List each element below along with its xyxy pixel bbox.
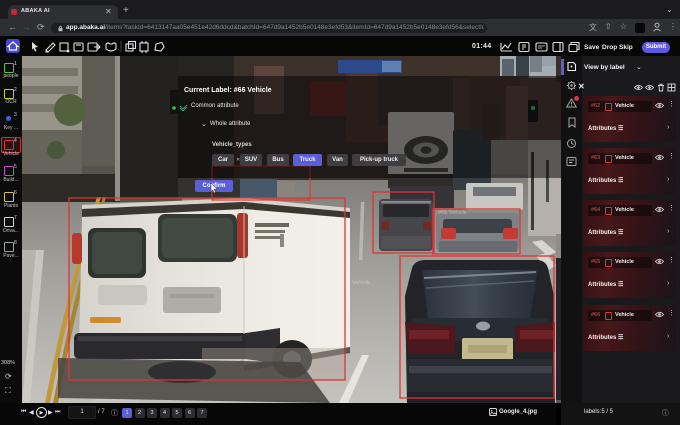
svg-text:#65: #65 [438, 210, 447, 216]
svg-text:Vehicle: Vehicle [449, 210, 467, 216]
svg-text:Vehicle: Vehicle [352, 280, 370, 286]
